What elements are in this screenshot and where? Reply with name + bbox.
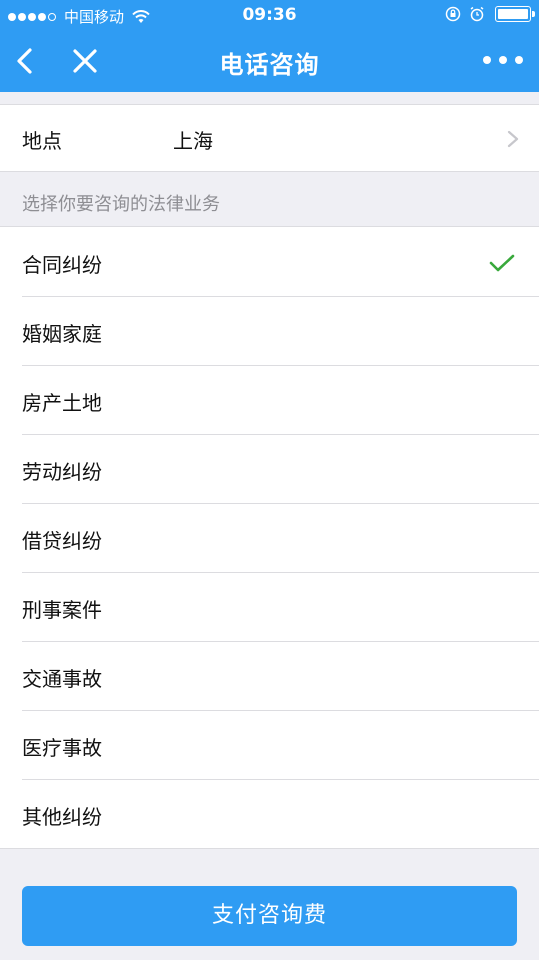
list-item-label: 房产土地: [22, 391, 102, 415]
category-list: 合同纠纷 婚姻家庭 房产土地 劳动纠纷 借贷纠纷 刑事案件 交通事故 医疗事故 …: [0, 226, 539, 849]
rotation-lock-icon: [445, 6, 461, 22]
list-item-label: 借贷纠纷: [22, 529, 102, 553]
list-item-label: 交通事故: [22, 667, 102, 691]
list-item-property[interactable]: 房产土地: [0, 365, 539, 434]
status-bar: 中国移动 09:36: [0, 0, 539, 30]
list-item-label: 其他纠纷: [22, 805, 102, 829]
section-title: 选择你要咨询的法律业务: [22, 194, 220, 215]
list-item-label: 合同纠纷: [22, 253, 102, 277]
pay-consultation-button[interactable]: 支付咨询费: [22, 886, 517, 946]
list-item-label: 医疗事故: [22, 736, 102, 760]
nav-bar: 电话咨询: [0, 30, 539, 92]
list-item-label: 刑事案件: [22, 598, 102, 622]
list-item-label: 婚姻家庭: [22, 322, 102, 346]
list-item-criminal[interactable]: 刑事案件: [0, 572, 539, 641]
list-item-other[interactable]: 其他纠纷: [0, 779, 539, 848]
status-right: [437, 6, 535, 22]
location-value: 上海: [173, 129, 213, 153]
list-item-loan[interactable]: 借贷纠纷: [0, 503, 539, 572]
list-item-marriage[interactable]: 婚姻家庭: [0, 296, 539, 365]
more-dots-icon[interactable]: [483, 50, 523, 70]
list-item-labor[interactable]: 劳动纠纷: [0, 434, 539, 503]
location-label: 地点: [22, 129, 62, 153]
list-item-contract[interactable]: 合同纠纷: [0, 227, 539, 296]
check-icon: [489, 254, 515, 272]
list-item-label: 劳动纠纷: [22, 460, 102, 484]
page-title: 电话咨询: [219, 51, 320, 79]
location-row[interactable]: 地点 上海: [0, 104, 539, 172]
alarm-icon: [470, 6, 484, 22]
list-item-medical[interactable]: 医疗事故: [0, 710, 539, 779]
battery-icon: [495, 6, 535, 22]
list-item-traffic[interactable]: 交通事故: [0, 641, 539, 710]
chevron-right-icon: [507, 130, 519, 148]
